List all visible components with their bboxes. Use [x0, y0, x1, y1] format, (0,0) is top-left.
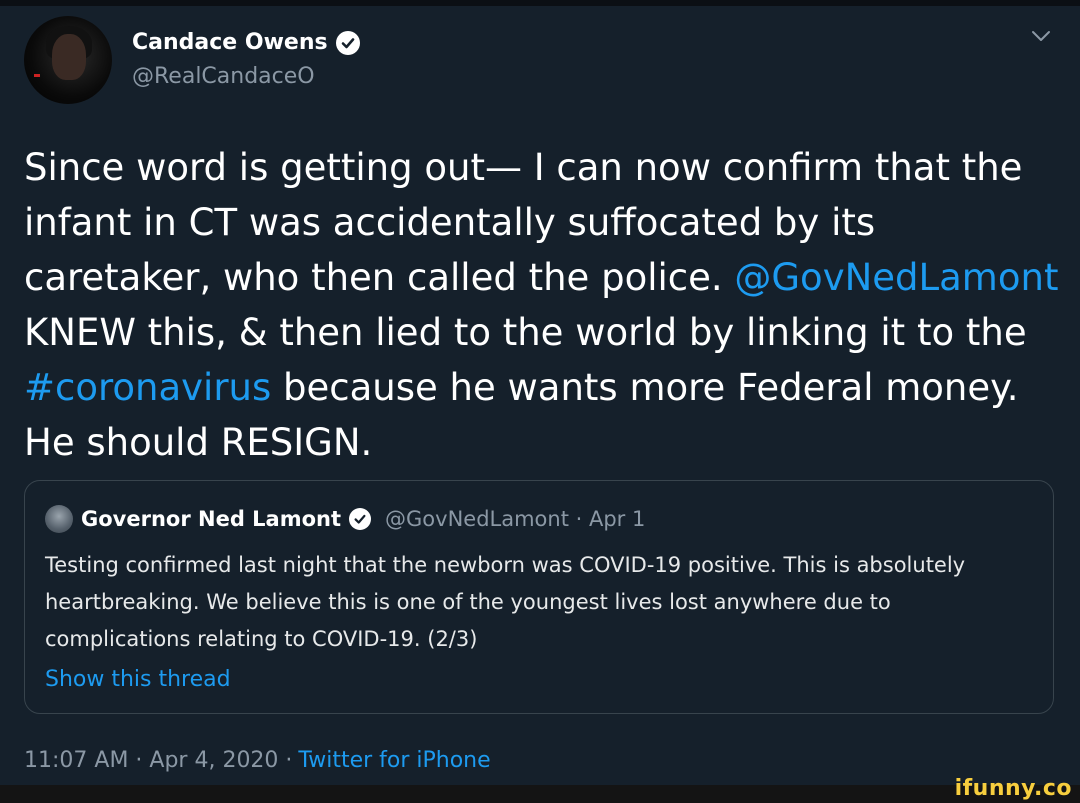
- ifunny-watermark: ifunny.co: [954, 776, 1072, 801]
- tweet-text: Since word is getting out— I can now con…: [24, 140, 1064, 470]
- show-thread-link[interactable]: Show this thread: [45, 667, 231, 692]
- top-edge: [0, 0, 1080, 6]
- quoted-author-name[interactable]: Governor Ned Lamont: [81, 507, 341, 531]
- tweet-text-part2: KNEW this, & then lied to the world by l…: [24, 311, 1027, 354]
- quoted-text: Testing confirmed last night that the ne…: [45, 553, 966, 651]
- tweet-card: Candace Owens @RealCandaceO Since word i…: [0, 0, 1080, 785]
- author-name[interactable]: Candace Owens: [132, 30, 328, 55]
- quoted-handle-date: @GovNedLamont · Apr 1: [385, 507, 646, 531]
- author-name-row[interactable]: Candace Owens: [132, 30, 360, 55]
- quoted-verified-badge-icon: [349, 508, 372, 530]
- tweet-meta: 11:07 AM · Apr 4, 2020 · Twitter for iPh…: [24, 748, 491, 773]
- quoted-header: Governor Ned Lamont @GovNedLamont · Apr …: [45, 505, 645, 533]
- tweet-source-link[interactable]: Twitter for iPhone: [298, 748, 490, 773]
- verified-badge-icon: [335, 30, 360, 55]
- author-handle[interactable]: @RealCandaceO: [132, 64, 315, 89]
- quoted-tweet[interactable]: Governor Ned Lamont @GovNedLamont · Apr …: [24, 480, 1054, 714]
- tweet-timestamp[interactable]: 11:07 AM · Apr 4, 2020 ·: [24, 748, 292, 773]
- avatar-accent: [34, 74, 40, 77]
- footer-bar: [0, 785, 1080, 803]
- quoted-avatar[interactable]: [45, 505, 73, 533]
- mention-link[interactable]: @GovNedLamont: [734, 256, 1058, 299]
- chevron-down-icon[interactable]: [1030, 28, 1052, 44]
- avatar-face: [52, 34, 86, 80]
- hashtag-link[interactable]: #coronavirus: [24, 366, 271, 409]
- author-avatar[interactable]: [24, 16, 112, 104]
